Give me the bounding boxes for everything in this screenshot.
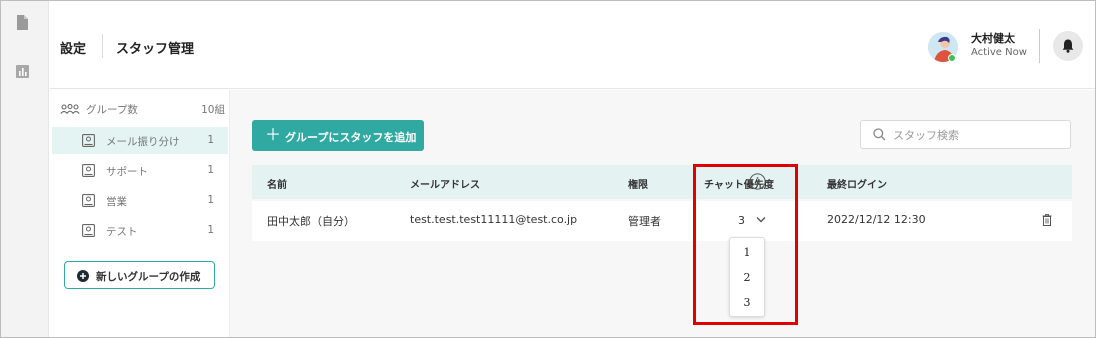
user-status: Active Now (971, 47, 1027, 58)
group-item-count: 1 (207, 194, 214, 206)
group-count-header: グループ数 10組 (60, 102, 225, 118)
group-item-count: 1 (207, 224, 214, 236)
online-status-dot (948, 54, 956, 62)
column-header-role: 権限 (628, 180, 648, 191)
group-panel: グループ数 10組 メール振り分け 1 サポート 1 営業 1 テスト 1 新し… (50, 90, 228, 337)
group-item-label: メール振り分け (106, 136, 180, 148)
group-item-label: サポート (106, 166, 148, 178)
group-count-value: 10組 (201, 104, 225, 116)
priority-option-3[interactable]: 3 (730, 291, 764, 315)
cell-name: 田中太郎（自分） (267, 215, 355, 228)
header-divider (1039, 29, 1040, 63)
add-staff-button[interactable]: ＋ グループにスタッフを追加 (252, 120, 424, 151)
group-people-icon (60, 104, 80, 114)
cell-last-login: 2022/12/12 12:30 (827, 213, 926, 226)
notification-button[interactable] (1053, 31, 1083, 61)
breadcrumb-divider (102, 34, 103, 58)
chat-priority-dropdown: 1 2 3 (729, 237, 765, 317)
add-staff-label: グループにスタッフを追加 (285, 131, 417, 144)
column-header-email: メールアドレス (410, 180, 480, 191)
group-badge-icon (82, 194, 95, 207)
priority-option-2[interactable]: 2 (730, 266, 764, 290)
group-item-sales[interactable]: 営業 1 (52, 187, 228, 214)
plus-icon: ＋ (265, 125, 282, 144)
chart-icon[interactable] (16, 65, 29, 78)
group-item-count: 1 (207, 134, 214, 146)
cell-email: test.test.test11111@test.co.jp (410, 213, 578, 226)
group-item-count: 1 (207, 164, 214, 176)
info-icon[interactable] (749, 173, 766, 190)
table-row: 田中太郎（自分） test.test.test11111@test.co.jp … (252, 201, 1072, 241)
group-item-label: 営業 (106, 196, 127, 208)
group-item-test[interactable]: テスト 1 (52, 217, 228, 244)
group-badge-icon (82, 224, 95, 237)
column-header-last-login: 最終ログイン (827, 180, 887, 191)
group-count-label: グループ数 (86, 104, 138, 116)
page-title: スタッフ管理 (116, 42, 195, 57)
cell-role: 管理者 (628, 215, 661, 228)
new-group-button[interactable]: 新しいグループの作成 (64, 261, 215, 289)
group-item-support[interactable]: サポート 1 (52, 157, 228, 184)
staff-main-panel: ＋ グループにスタッフを追加 名前 メールアドレス 権限 チャット優先度 最終ロ… (229, 90, 1095, 337)
user-name: 大村健太 (971, 32, 1015, 45)
trash-icon[interactable] (1042, 214, 1052, 226)
chevron-down-icon (756, 217, 766, 223)
document-icon[interactable] (16, 15, 28, 30)
left-rail (1, 1, 49, 337)
priority-option-1[interactable]: 1 (730, 241, 764, 265)
staff-search[interactable] (860, 120, 1071, 149)
search-icon (873, 128, 886, 141)
search-input[interactable] (893, 126, 1063, 144)
breadcrumb-settings[interactable]: 設定 (60, 38, 86, 57)
plus-circle-icon (77, 270, 89, 282)
group-badge-icon (82, 164, 95, 177)
table-header: 名前 メールアドレス 権限 チャット優先度 最終ログイン (252, 165, 1072, 199)
new-group-label: 新しいグループの作成 (96, 271, 201, 283)
bell-icon (1062, 39, 1074, 53)
column-header-name: 名前 (267, 180, 287, 191)
group-item-label: テスト (106, 226, 138, 238)
group-badge-icon (82, 134, 95, 147)
group-item-mail-routing[interactable]: メール振り分け 1 (52, 127, 228, 154)
chat-priority-select[interactable]: 3 (724, 209, 784, 233)
chat-priority-value: 3 (738, 214, 745, 227)
top-header: 設定 スタッフ管理 大村健太 Active Now (50, 1, 1095, 89)
